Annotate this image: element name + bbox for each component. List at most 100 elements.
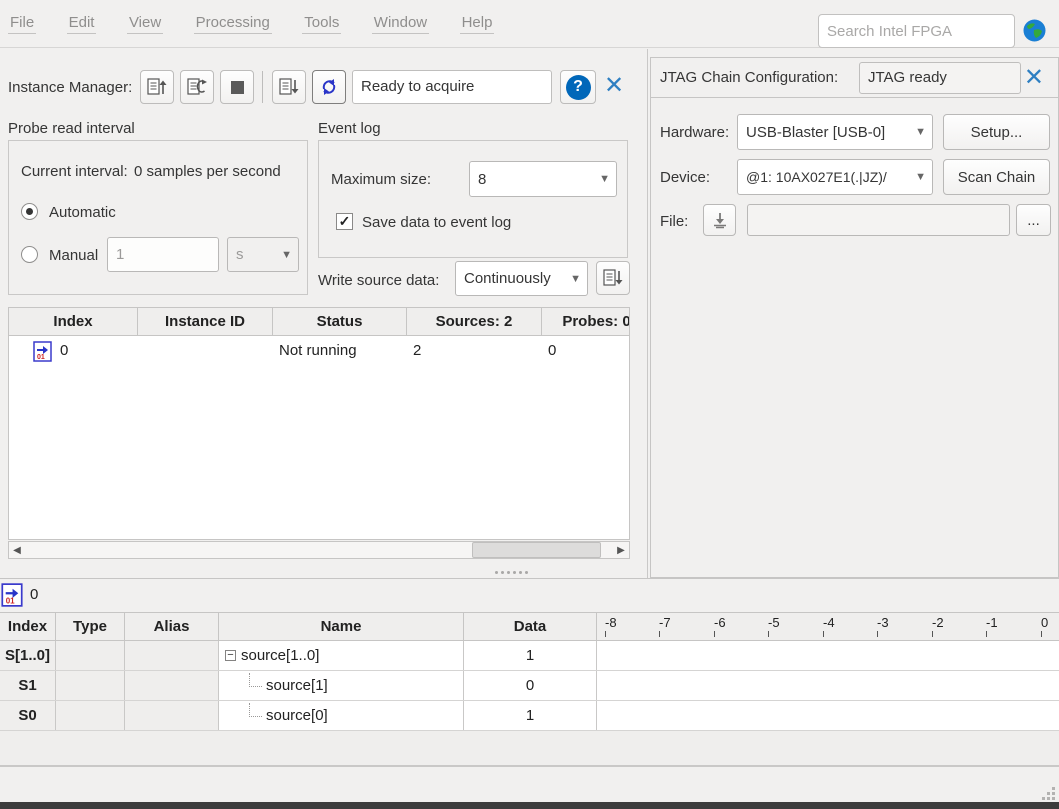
stop-square-icon (231, 81, 244, 94)
column-header-name[interactable]: Name (219, 613, 464, 640)
load-file-button[interactable] (703, 204, 736, 236)
column-header-sources[interactable]: Sources: 2 (407, 308, 542, 335)
source-row[interactable]: S0 source[0] 1 (0, 701, 1059, 731)
save-event-log-label[interactable]: Save data to event log (362, 214, 511, 231)
maximum-size-label: Maximum size: (331, 171, 431, 188)
row-index-cell: S[1..0] (0, 641, 56, 670)
waveform-cell[interactable] (597, 671, 1059, 700)
column-header-status[interactable]: Status (273, 308, 407, 335)
window-resize-grip[interactable] (1041, 786, 1055, 800)
interval-unit-dropdown[interactable]: s ▼ (227, 237, 299, 272)
source-name: source[1..0] (241, 641, 319, 670)
menu-file[interactable]: File (8, 14, 36, 34)
panel-lower-strip (0, 731, 1059, 767)
menu-bar: File Edit View Processing Tools Window H… (0, 0, 1059, 48)
automatic-radio-label[interactable]: Automatic (49, 204, 116, 221)
application-window: File Edit View Processing Tools Window H… (0, 0, 1059, 809)
acquire-status-field: Ready to acquire (352, 70, 552, 104)
hardware-dropdown[interactable]: USB-Blaster [USB-0] ▼ (737, 114, 933, 150)
instance-group-row: 01 0 (0, 580, 1059, 611)
row-name-cell: − source[1..0] (219, 641, 464, 670)
scroll-right-icon[interactable]: ▶ (613, 542, 629, 558)
setup-button[interactable]: Setup... (943, 114, 1050, 150)
instance-manager-pane: Instance Manager: (0, 49, 648, 578)
chevron-down-icon: ▼ (599, 173, 610, 185)
continuously-read-probe-data-button[interactable] (180, 70, 214, 104)
row-name-cell: source[1] (219, 671, 464, 700)
scrollbar-track[interactable] (25, 542, 613, 558)
timeline-tick: -2 (932, 615, 944, 630)
column-header-type[interactable]: Type (56, 613, 125, 640)
help-icon: ? (566, 75, 591, 100)
manual-interval-input[interactable] (107, 237, 219, 272)
write-source-mode-value: Continuously (464, 270, 551, 287)
status-bar (0, 769, 1059, 801)
menu-window[interactable]: Window (372, 14, 429, 34)
jtag-panel-header: JTAG Chain Configuration: JTAG ready ✕ (651, 58, 1058, 98)
toolbar-separator (262, 71, 263, 103)
probe-read-interval-title: Probe read interval (8, 120, 135, 137)
timeline-tick: -6 (714, 615, 726, 630)
main-area: Instance Manager: (0, 49, 1059, 579)
source-name: source[1] (266, 671, 328, 700)
instance-row[interactable]: 01 0 Not running 2 0 (9, 336, 629, 366)
source-row[interactable]: S1 source[1] 0 (0, 671, 1059, 701)
write-source-data-button[interactable] (272, 70, 306, 104)
chevron-down-icon: ▼ (281, 249, 292, 261)
menu-processing[interactable]: Processing (194, 14, 272, 34)
device-dropdown[interactable]: @1: 10AX027E1(.|JZ)/ ▼ (737, 159, 933, 195)
save-event-log-checkbox[interactable]: ✓ (336, 213, 353, 230)
continuously-write-source-data-button[interactable] (312, 70, 346, 104)
window-bottom-edge (0, 802, 1059, 809)
probe-read-interval-group: Current interval: 0 samples per second A… (8, 140, 308, 295)
menu-help[interactable]: Help (460, 14, 495, 34)
svg-text:01: 01 (6, 597, 15, 606)
column-header-instance-id[interactable]: Instance ID (138, 308, 273, 335)
waveform-cell[interactable] (597, 701, 1059, 730)
maximum-size-dropdown[interactable]: 8 ▼ (469, 161, 617, 197)
list-down-arrow-icon (278, 76, 300, 98)
column-header-alias[interactable]: Alias (125, 613, 219, 640)
manual-radio-label[interactable]: Manual (49, 247, 98, 264)
read-probe-data-button[interactable] (140, 70, 174, 104)
menu-tools[interactable]: Tools (302, 14, 341, 34)
instance-status-cell: Not running (273, 336, 407, 366)
scan-chain-button[interactable]: Scan Chain (943, 159, 1050, 195)
source-row-group[interactable]: S[1..0] − source[1..0] 1 (0, 641, 1059, 671)
svg-text:01: 01 (37, 354, 45, 361)
instance-id-cell (138, 336, 273, 366)
timeline-tick: -4 (823, 615, 835, 630)
collapse-expander-icon[interactable]: − (225, 650, 236, 661)
help-button[interactable]: ? (560, 70, 596, 104)
search-box (818, 14, 1015, 48)
menu-edit[interactable]: Edit (67, 14, 97, 34)
manual-radio[interactable] (21, 246, 38, 263)
horizontal-splitter-handle[interactable] (495, 570, 535, 574)
column-header-data[interactable]: Data (464, 613, 597, 640)
scroll-left-icon[interactable]: ◀ (9, 542, 25, 558)
stop-button[interactable] (220, 70, 254, 104)
globe-icon[interactable] (1022, 18, 1047, 43)
file-path-field[interactable] (747, 204, 1010, 236)
horizontal-scrollbar[interactable]: ◀ ▶ (8, 541, 630, 559)
browse-file-button[interactable]: ... (1016, 204, 1051, 236)
list-up-arrow-icon (146, 76, 168, 98)
write-source-once-button[interactable] (596, 261, 630, 295)
menu-view[interactable]: View (127, 14, 163, 34)
column-header-probes[interactable]: Probes: 0 (542, 308, 630, 335)
search-input[interactable] (818, 14, 1015, 48)
row-data-cell: 0 (464, 671, 597, 700)
column-header-index[interactable]: Index (9, 308, 138, 335)
automatic-radio[interactable] (21, 203, 38, 220)
close-instance-manager-icon[interactable]: ✕ (604, 74, 624, 98)
timeline-tick: -1 (986, 615, 998, 630)
waveform-cell[interactable] (597, 641, 1059, 670)
tree-branch-icon (249, 673, 262, 687)
write-source-mode-dropdown[interactable]: Continuously ▼ (455, 261, 588, 296)
sources-table: Index Type Alias Name Data -8 -7 -6 -5 -… (0, 612, 1059, 731)
current-interval-label: Current interval: (21, 163, 128, 180)
close-jtag-panel-icon[interactable]: ✕ (1024, 66, 1044, 90)
jtag-chain-configuration-panel: JTAG Chain Configuration: JTAG ready ✕ H… (650, 57, 1059, 578)
scrollbar-thumb[interactable] (472, 542, 601, 558)
column-header-index[interactable]: Index (0, 613, 56, 640)
